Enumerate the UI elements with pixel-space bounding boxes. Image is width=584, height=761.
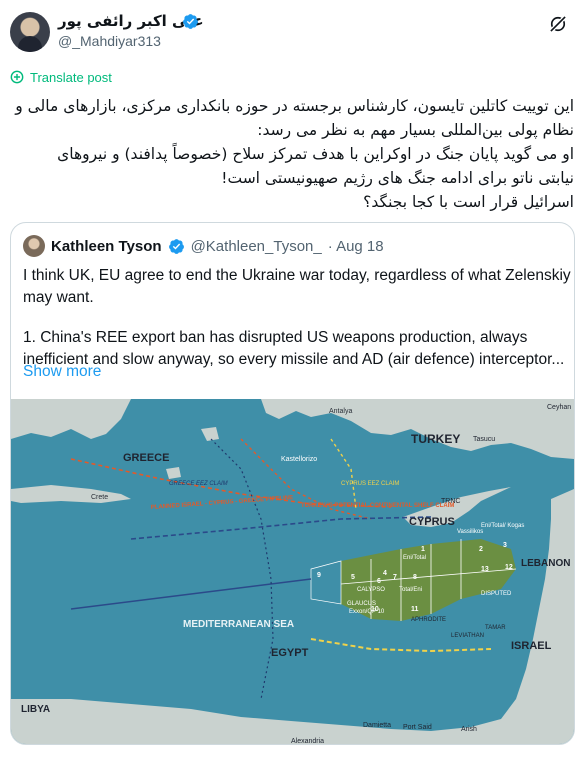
show-more-link[interactable]: Show more [23,363,101,381]
map-block-number: 2 [479,546,483,553]
map-label-arish: Arish [461,726,477,733]
map-label-exxon: Exxon/QP 10 [349,609,385,615]
post-header: علی اکبر رائفی پور @_Mahdiyar313 [10,10,574,54]
author-handle[interactable]: @_Mahdiyar313 [58,33,161,49]
map-block-number: 11 [411,606,419,613]
author-avatar[interactable] [10,12,50,52]
map-label-cyprus-claim: CYPRUS EEZ CLAIM [341,481,399,487]
map-label-eni-total: Eni/Total [403,555,426,561]
map-label-vassilikos: Vassilikos [457,529,483,535]
map-label-kogas: Eni/Total/ Kogas [481,523,524,529]
east-mediterranean-map[interactable]: GREECE TURKEY CYPRUS LEBANON ISRAEL EGYP… [11,399,574,745]
map-label-libya: LIBYA [21,704,50,715]
map-block-number: 10 [371,606,379,613]
map-label-egypt: EGYPT [271,647,309,659]
map-label-turkey-shelf: TURKEY 'S POTENTIAL CONTINENTAL SHELF CL… [301,503,454,509]
map-label-greece-eez: GREECE EEZ CLAIM [169,481,228,487]
quoted-line: may want. [23,289,94,306]
quoted-post[interactable]: Kathleen Tyson @Kathleen_Tyson_ · Aug 18… [10,222,575,745]
map-block-number: 12 [505,564,513,571]
grok-icon[interactable] [548,14,568,34]
map-label-ceyhan: Ceyhan [547,404,571,411]
map-label-crete: Crete [91,494,108,501]
map-label-tamar: TAMAR [485,625,506,631]
post-body: این توییت کاتلین تایسون، کارشناس برجسته … [10,94,574,214]
post-line: او می گوید پایان جنگ در اوکراین با هدف ت… [57,145,574,163]
map-label-total-eni: Total/Eni [399,587,422,593]
quoted-post-body: I think UK, EU agree to end the Ukraine … [23,265,571,371]
map-block-number: 6 [377,578,381,585]
map-block-number: 4 [383,570,387,577]
map-block-number: 8 [413,574,417,581]
map-label-cyprus: CYPRUS [409,516,455,528]
verified-badge-icon [168,238,184,254]
map-label-antalya: Antalya [329,408,352,415]
map-label-med-sea: MEDITERRANEAN SEA [183,619,294,630]
map-label-lebanon: LEBANON [521,558,570,569]
map-label-port-said: Port Said [403,724,432,731]
map-label-calypso: CALYPSO [357,587,385,593]
post-line: اسرائیل قرار است با کجا بجنگد؟ [363,193,574,211]
quoted-line: 1. China's REE export ban has disrupted … [23,329,528,346]
translate-icon [10,70,24,84]
map-label-disputed: DISPUTED [481,591,512,597]
quoted-author-name[interactable]: Kathleen Tyson [51,238,162,255]
map-label-turkey: TURKEY [411,432,460,446]
map-label-kastellorizo: Kastellorizo [281,456,317,463]
map-label-aphrodite: APHRODITE [411,617,446,623]
quoted-post-header: Kathleen Tyson @Kathleen_Tyson_ · Aug 18 [23,235,384,257]
post-line: نظام پولی بین‌المللی بسیار مهم به نظر می… [257,121,574,139]
map-block-number: 3 [503,542,507,549]
map-block-number: 13 [481,566,489,573]
map-label-israel: ISRAEL [511,640,552,652]
map-label-greece: GREECE [123,452,169,464]
translate-label: Translate post [30,69,112,85]
map-label-leviathan: LEVIATHAN [451,633,484,639]
map-label-alexandria: Alexandria [291,738,324,745]
quoted-author-avatar[interactable] [23,235,45,257]
quoted-post-date[interactable]: · Aug 18 [328,238,384,255]
post-line: نیابتی ناتو برای ادامه جنگ های رژیم صهیو… [221,169,574,187]
quoted-line: I think UK, EU agree to end the Ukraine … [23,267,571,284]
verified-badge-icon [183,14,198,29]
map-block-number: 7 [393,574,397,581]
map-block-number: 9 [317,572,321,579]
map-block-number: 5 [351,574,355,581]
translate-post-link[interactable]: Translate post [10,68,112,86]
post-line: این توییت کاتلین تایسون، کارشناس برجسته … [15,97,574,115]
quoted-author-handle[interactable]: @Kathleen_Tyson_ [191,238,322,255]
map-label-damietta: Damietta [363,722,391,729]
map-label-tasucu: Tasucu [473,436,495,443]
quoted-line: inefficient and slow anyway, so every mi… [23,351,565,368]
map-block-number: 1 [421,546,425,553]
